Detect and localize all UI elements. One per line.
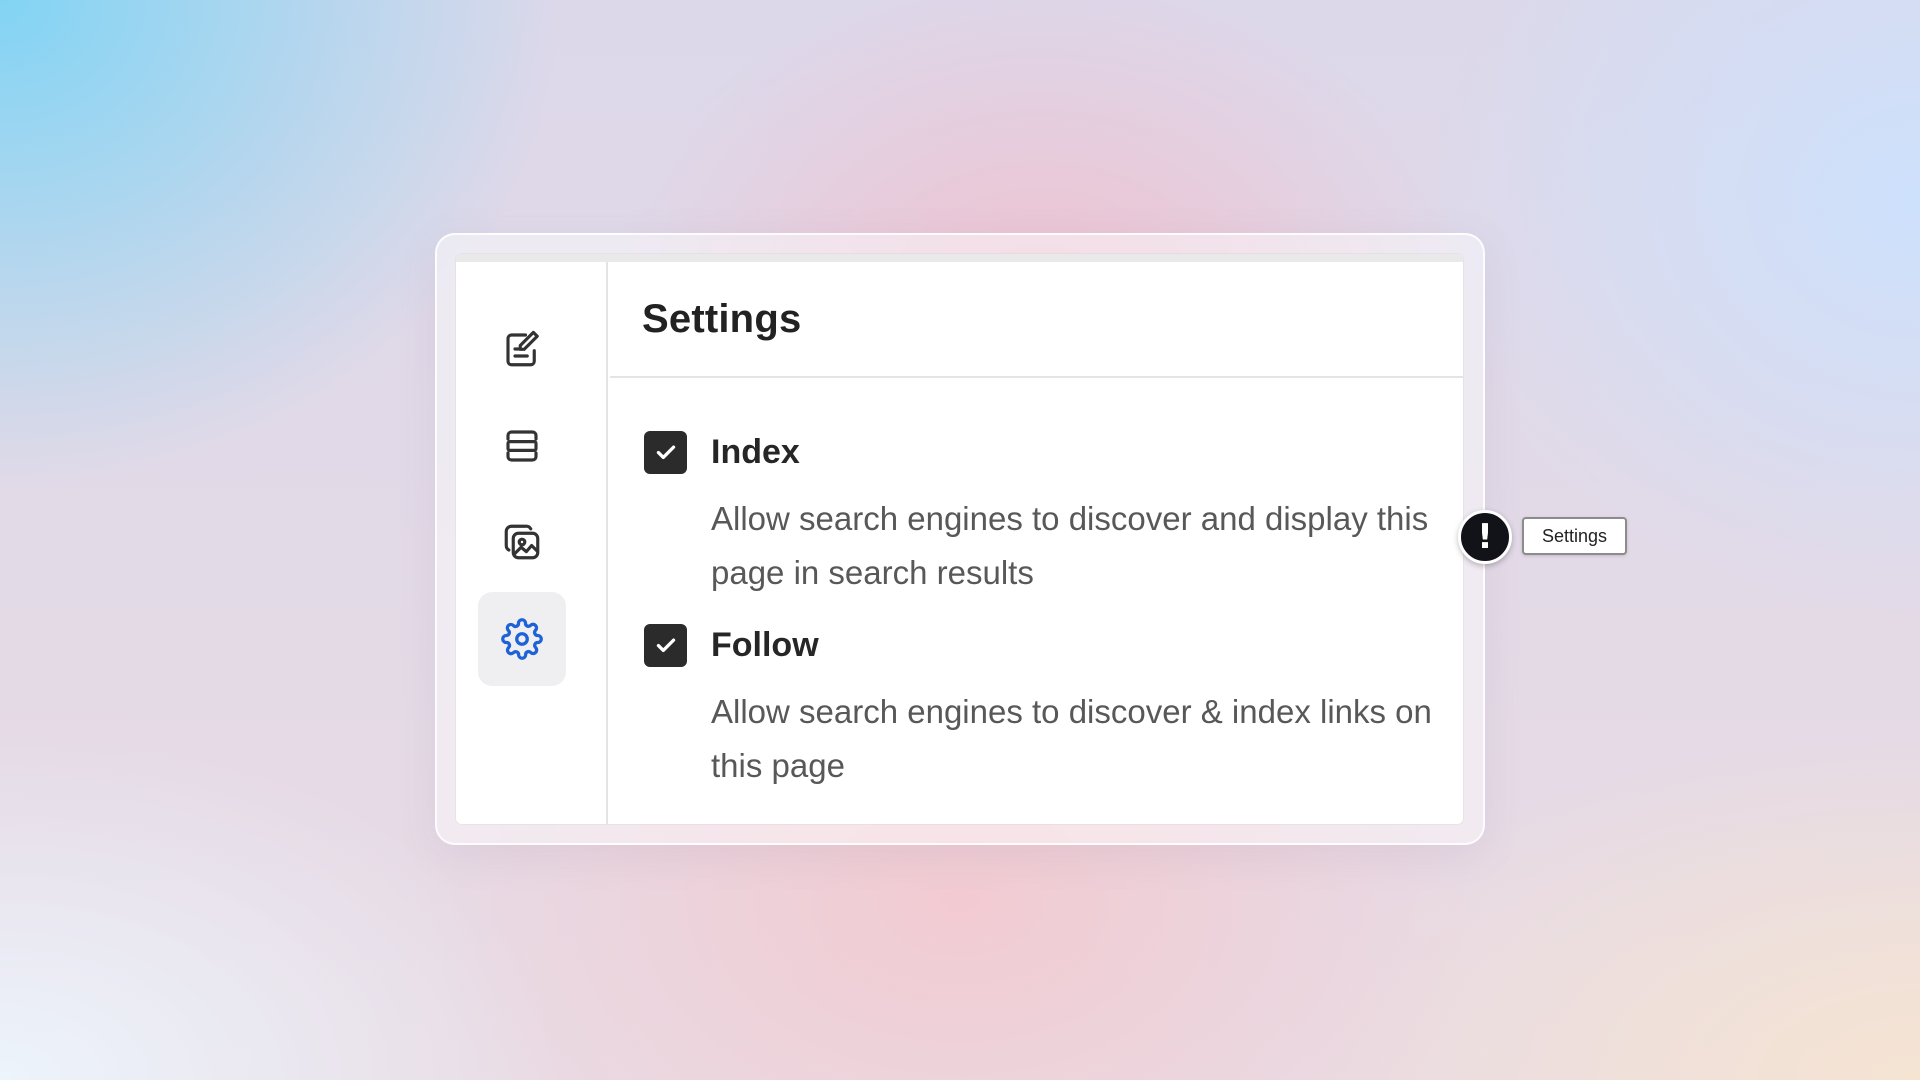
checkmark-icon [656, 638, 675, 653]
images-icon [504, 524, 540, 560]
sidebar-item-settings[interactable] [478, 592, 566, 686]
exclamation-icon: ! [1477, 517, 1493, 557]
section-layout-icon [506, 430, 538, 462]
option-follow: Follow Allow search engines to discover … [644, 623, 1444, 793]
page-title: Settings [642, 296, 802, 341]
gear-icon [501, 618, 543, 660]
settings-tooltip: Settings [1522, 517, 1628, 555]
index-description: Allow search engines to discover and dis… [711, 500, 1429, 591]
panel-header: Settings [610, 262, 1463, 378]
sidebar-item-edit[interactable] [478, 302, 566, 396]
sidebar-item-media[interactable] [478, 495, 566, 589]
sidebar-item-layout[interactable] [478, 399, 566, 493]
option-follow-row: Follow [644, 623, 1444, 667]
settings-content: Index Allow search engines to discover a… [610, 380, 1463, 824]
settings-panel: Settings Index Allow search engines to d… [456, 254, 1463, 824]
follow-description: Allow search engines to discover & index… [711, 693, 1432, 784]
alert-marker[interactable]: ! [1458, 510, 1512, 564]
follow-checkbox[interactable] [644, 623, 687, 667]
panel-top-bar [456, 254, 1463, 262]
edit-note-icon [506, 330, 539, 367]
sidebar [456, 262, 608, 824]
option-index-row: Index [644, 430, 1444, 474]
option-index: Index Allow search engines to discover a… [644, 430, 1444, 600]
index-checkbox[interactable] [644, 430, 687, 474]
follow-label: Follow [711, 625, 819, 664]
index-label: Index [711, 432, 800, 471]
checkmark-icon [656, 445, 675, 460]
